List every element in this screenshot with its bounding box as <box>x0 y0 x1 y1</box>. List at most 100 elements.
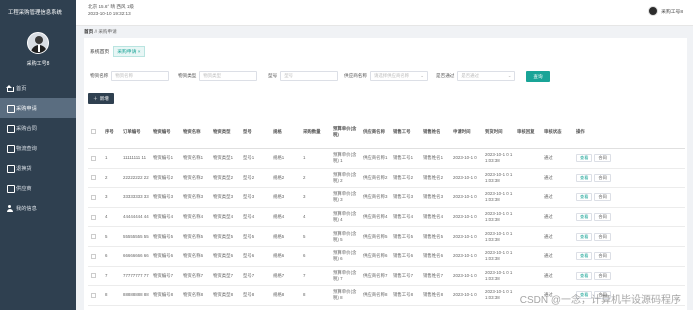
table-cell: 规格6 <box>273 253 285 259</box>
sidebar-item-returns[interactable]: 退换货 <box>0 158 76 178</box>
contract-button[interactable]: 合同 <box>594 154 611 163</box>
table-cell: 型号6 <box>243 253 255 259</box>
view-button[interactable]: 查看 <box>576 213 593 222</box>
header-cell: 申请时间 <box>453 128 471 134</box>
table-row: 2 22222222 22 物资编号2 物资名称2 物资类型2 型号2 规格2 2 预算单价(含… <box>88 169 685 189</box>
supplier-name-label: 供应商名称 <box>344 73 367 78</box>
table-cell: 88888888 88 <box>123 292 149 298</box>
table-cell: 4 <box>303 214 306 220</box>
table-cell: 型号5 <box>243 233 255 239</box>
header-cell: 审核状态 <box>544 128 562 134</box>
breadcrumb-home[interactable]: 首页 <box>84 29 93 34</box>
sidebar-user-name: 采购工号8 <box>26 61 50 67</box>
table-cell: 11111111 11 <box>123 155 147 161</box>
approval-status-label: 是否通过 <box>436 73 455 78</box>
row-checkbox[interactable] <box>91 155 96 161</box>
tab-purchase-request[interactable]: 采购申请 × <box>113 46 145 57</box>
supplier-name-select[interactable]: 请选择供应商名称 <box>369 71 428 81</box>
header-cell: 物资名称 <box>183 128 201 134</box>
tab-system-home[interactable]: 系统首页 <box>90 48 109 55</box>
contract-button[interactable]: 合同 <box>594 232 611 241</box>
table-cell: 3 <box>303 194 306 200</box>
table-cell: 供应商名称3 <box>363 194 388 200</box>
table-cell: 预算单价(含税) 3 <box>333 191 357 203</box>
logistics-icon <box>6 145 15 153</box>
table-cell: 2023-10-1 0 <box>453 214 477 220</box>
table-cell: 物资名称6 <box>183 253 204 259</box>
material-name-input[interactable]: 物资名称 <box>111 71 170 81</box>
table-cell: 预算单价(含税) 4 <box>333 211 357 223</box>
table-cell: 供应商名称5 <box>363 233 388 239</box>
sidebar-item-home[interactable]: 首页 <box>0 78 76 98</box>
view-button[interactable]: 查看 <box>576 232 593 241</box>
sidebar-item-purchase-contract[interactable]: 采购合同 <box>0 118 76 138</box>
view-button[interactable]: 查看 <box>576 193 593 202</box>
view-button[interactable]: 查看 <box>576 154 593 163</box>
table-cell: 物资类型4 <box>213 214 234 220</box>
header-cell: 供应商名称 <box>363 128 385 134</box>
table-row: 6 66666666 66 物资编号6 物资名称6 物资类型6 型号6 规格6 6 预算单价(含… <box>88 247 685 267</box>
row-actions: 查看 合同 <box>576 149 636 168</box>
table-cell: 型号3 <box>243 194 255 200</box>
row-checkbox[interactable] <box>91 194 96 200</box>
sidebar-item-logistics[interactable]: 物流查询 <box>0 138 76 158</box>
system-title: 工程采购管理信息系统 <box>8 10 62 16</box>
header-cell: 采购数量 <box>303 128 321 134</box>
row-checkbox[interactable] <box>91 234 96 240</box>
breadcrumb: 首页 // 采购申请 <box>84 29 117 35</box>
header-cell: 审核回复 <box>517 128 535 134</box>
row-checkbox[interactable] <box>91 253 96 259</box>
row-checkbox[interactable] <box>91 175 96 181</box>
table-cell: 销售姓名4 <box>423 214 444 220</box>
table-cell: 2 <box>105 174 108 180</box>
table-cell: 供应商名称1 <box>363 155 388 161</box>
sidebar-item-supplier[interactable]: 供应商 <box>0 178 76 198</box>
contract-button[interactable]: 合同 <box>594 213 611 222</box>
select-all-checkbox[interactable] <box>91 129 96 134</box>
sidebar-item-purchase-request[interactable]: 采购申请 <box>0 98 76 118</box>
contract-button[interactable]: 合同 <box>594 193 611 202</box>
approval-status-select[interactable]: 是否通过 <box>457 71 516 81</box>
row-checkbox[interactable] <box>91 273 96 279</box>
header-cell: 操作 <box>576 128 585 134</box>
table-cell: 物资编号4 <box>153 214 174 220</box>
row-actions: 查看 合同 <box>576 169 636 188</box>
table-cell: 销售工号6 <box>393 253 414 259</box>
table-cell: 型号2 <box>243 174 255 180</box>
material-type-input[interactable]: 物资类型 <box>199 71 258 81</box>
row-checkbox[interactable] <box>91 292 96 298</box>
table-cell: 2023-10-1 0 11:03:38 <box>485 250 513 262</box>
view-button[interactable]: 查看 <box>576 271 593 280</box>
search-button[interactable]: 查询 <box>526 71 550 82</box>
document-icon <box>6 105 15 113</box>
view-button[interactable]: 查看 <box>576 173 593 182</box>
table-cell: 销售姓名3 <box>423 194 444 200</box>
contract-button[interactable]: 合同 <box>594 173 611 182</box>
table-cell: 8 <box>303 292 306 298</box>
contract-button[interactable]: 合同 <box>594 271 611 280</box>
sidebar-item-my-info[interactable]: 我的信息 <box>0 198 76 218</box>
table-cell: 销售工号8 <box>393 292 414 298</box>
header-user-menu[interactable]: 采购工号8 <box>648 6 683 16</box>
row-checkbox[interactable] <box>91 214 96 220</box>
table-cell: 规格7 <box>273 272 285 278</box>
header-datetime: 2023-10-10 19:32:13 <box>88 11 131 16</box>
header-cell: 规格 <box>273 128 282 134</box>
add-button[interactable]: ＋ 新增 <box>88 93 114 104</box>
purchase-request-table: 序号 订单编号 物资编号 物资名称 物资类型 型号 规格 采购数量 预算单价(含… <box>88 115 685 306</box>
model-input[interactable]: 型号 <box>280 71 339 81</box>
contract-button[interactable]: 合同 <box>594 252 611 261</box>
table-cell: 销售姓名2 <box>423 174 444 180</box>
return-icon <box>6 165 15 173</box>
table-cell: 物资编号7 <box>153 272 174 278</box>
table-cell: 销售工号7 <box>393 272 414 278</box>
table-cell: 8 <box>105 292 108 298</box>
table-cell: 通过 <box>544 174 553 180</box>
avatar[interactable] <box>27 32 49 54</box>
table-cell: 4 <box>105 214 108 220</box>
table-cell: 物资编号6 <box>153 253 174 259</box>
table-cell: 2023-10-1 0 <box>453 272 477 278</box>
table-cell: 销售工号2 <box>393 174 414 180</box>
view-button[interactable]: 查看 <box>576 252 593 261</box>
sidebar-menu: 首页 采购申请 采购合同 物流查询 退换货 供应商 我的信息 <box>0 78 76 218</box>
